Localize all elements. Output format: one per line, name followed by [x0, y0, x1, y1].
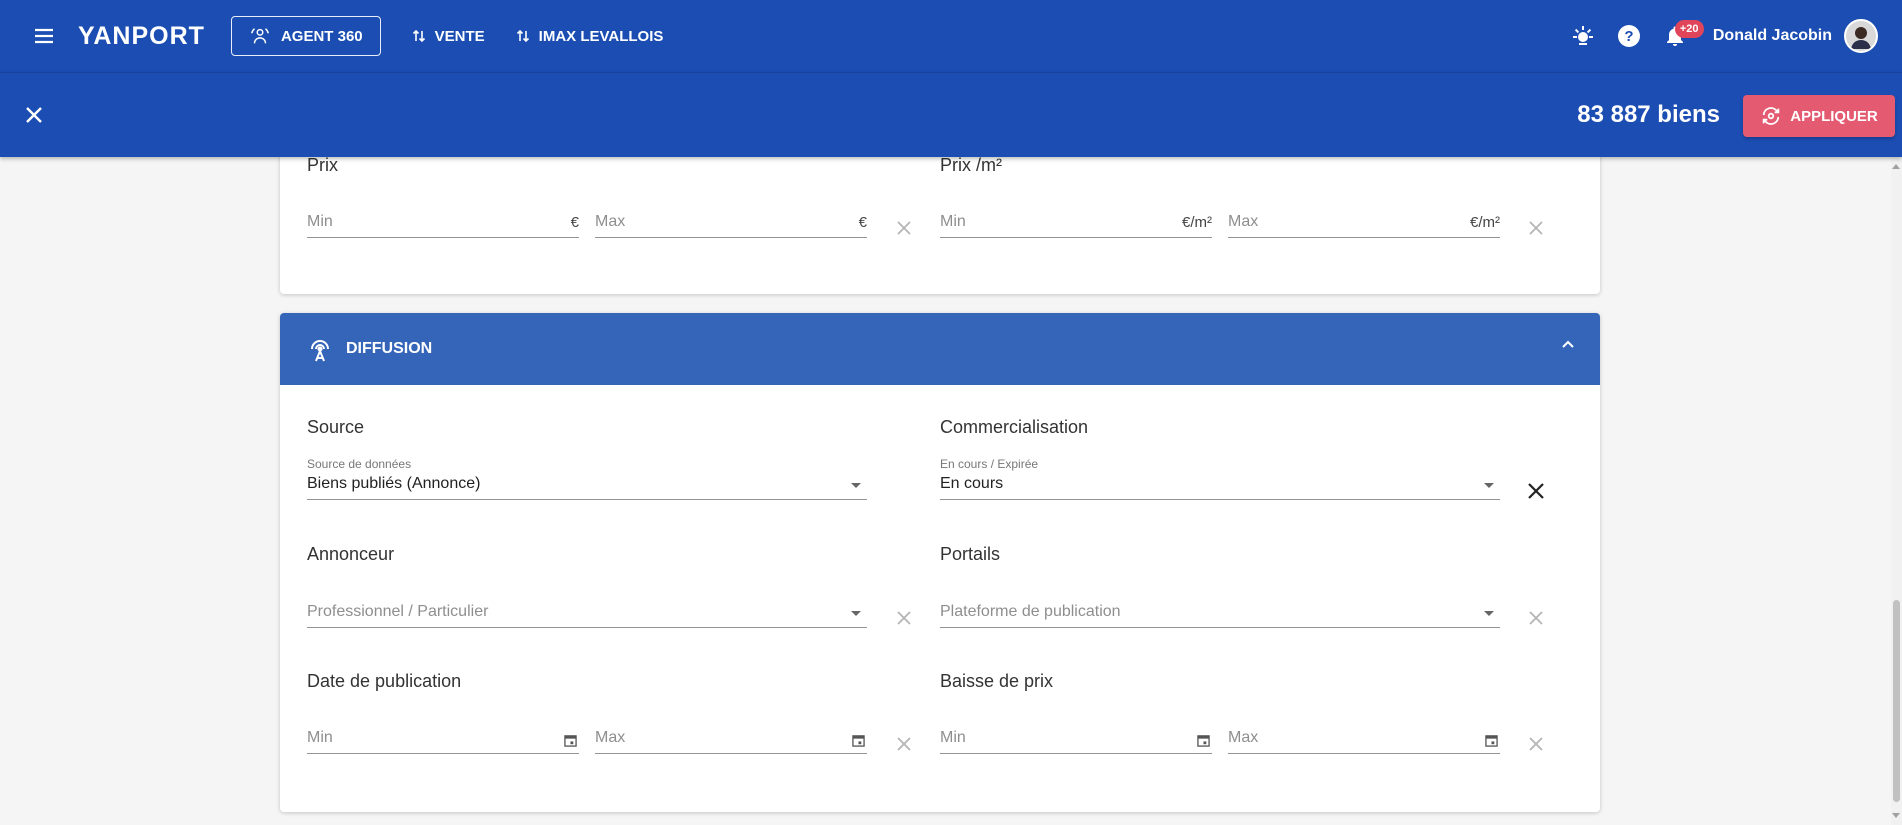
date-publication-max-input[interactable]: Max	[595, 724, 867, 754]
annonceur-clear-button[interactable]	[892, 606, 916, 630]
prix-min-placeholder: Min	[307, 213, 333, 230]
prix-max-input[interactable]: Max €	[595, 208, 867, 238]
prix-m2-min-placeholder: Min	[940, 213, 966, 230]
chevron-up-icon[interactable]	[1560, 337, 1576, 353]
portails-select[interactable]: Plateforme de publication	[940, 596, 1500, 628]
dropdown-arrow-icon	[1484, 611, 1494, 616]
prix-m2-clear-button[interactable]	[1524, 216, 1548, 240]
portails-clear-button[interactable]	[1524, 606, 1548, 630]
menu-icon	[32, 24, 56, 48]
portails-placeholder: Plateforme de publication	[940, 603, 1121, 620]
date-publication-min-placeholder: Min	[307, 729, 333, 746]
prix-m2-min-unit: €/m²	[1182, 214, 1212, 231]
help-icon: ?	[1616, 23, 1642, 49]
nav-vente-label: VENTE	[434, 27, 485, 45]
source-value: Biens publiés (Annonce)	[307, 475, 481, 492]
source-label: Source	[307, 417, 365, 437]
menu-button[interactable]	[24, 16, 64, 56]
annonceur-select[interactable]: Professionnel / Particulier	[307, 596, 867, 628]
close-icon	[896, 736, 912, 752]
calendar-icon[interactable]	[1197, 734, 1210, 747]
commercialisation-small-label: En cours / Expirée	[940, 457, 1039, 471]
notifications-button[interactable]: +20	[1657, 18, 1704, 54]
swap-icon	[515, 28, 531, 44]
diffusion-title: DIFFUSION	[346, 340, 433, 357]
scrollbar-thumb[interactable]	[1893, 600, 1900, 802]
date-publication-min-input[interactable]: Min	[307, 724, 579, 754]
prix-m2-max-unit: €/m²	[1470, 214, 1500, 231]
notification-badge: +20	[1674, 20, 1704, 38]
dropdown-arrow-icon	[851, 483, 861, 488]
apply-label: APPLIQUER	[1790, 107, 1878, 125]
diffusion-header[interactable]: DIFFUSION	[280, 313, 1600, 385]
prix-max-unit: €	[858, 214, 867, 231]
baisse-prix-clear-button[interactable]	[1524, 732, 1548, 756]
refresh-icon	[1760, 105, 1782, 127]
baisse-prix-max-placeholder: Max	[1228, 729, 1259, 746]
calendar-icon[interactable]	[564, 734, 577, 747]
prix-clear-button[interactable]	[892, 216, 916, 240]
date-publication-label: Date de publication	[307, 671, 462, 691]
source-small-label: Source de données	[307, 457, 412, 471]
date-publication-max-placeholder: Max	[595, 729, 626, 746]
app-header: YANPORT AGENT 360 VENTE IMAX LEVALLOIS ?	[0, 0, 1902, 72]
dropdown-arrow-icon	[1484, 483, 1494, 488]
prix-m2-min-input[interactable]: Min €/m²	[940, 208, 1212, 238]
theme-button[interactable]	[1565, 18, 1601, 54]
results-count: 83 887 biens	[1577, 101, 1720, 128]
commercialisation-clear-button[interactable]	[1524, 479, 1548, 503]
close-icon	[1528, 610, 1544, 626]
agent-360-label: AGENT 360	[280, 27, 363, 45]
swap-icon	[411, 28, 427, 44]
close-icon	[1527, 482, 1545, 500]
close-filters-button[interactable]	[16, 97, 52, 133]
prix-m2-max-input[interactable]: Max €/m²	[1228, 208, 1500, 238]
svg-text:?: ?	[1624, 28, 1633, 45]
prix-min-unit: €	[570, 214, 579, 231]
source-select[interactable]: Source de données Biens publiés (Annonce…	[307, 457, 867, 500]
baisse-prix-label: Baisse de prix	[940, 671, 1054, 691]
calendar-icon[interactable]	[1485, 734, 1498, 747]
logo[interactable]: YANPORT	[78, 22, 205, 51]
close-icon	[24, 105, 44, 125]
portails-label: Portails	[940, 544, 1001, 564]
scroll-up-arrow-icon[interactable]	[1892, 164, 1900, 169]
avatar[interactable]	[1844, 19, 1878, 53]
antenna-icon	[307, 335, 333, 363]
scroll-down-arrow-icon[interactable]	[1892, 813, 1900, 818]
commercialisation-select[interactable]: En cours / Expirée En cours	[940, 457, 1500, 500]
close-icon	[1528, 220, 1544, 236]
dropdown-arrow-icon	[851, 611, 861, 616]
user-name[interactable]: Donald Jacobin	[1713, 27, 1832, 45]
annonceur-placeholder: Professionnel / Particulier	[307, 603, 489, 620]
logo-text: YANPORT	[78, 21, 205, 50]
commercialisation-value: En cours	[940, 475, 1004, 492]
agent-icon	[249, 25, 271, 47]
prix-label: Prix	[307, 155, 338, 175]
bulb-icon	[1570, 23, 1596, 49]
close-icon	[1528, 736, 1544, 752]
close-icon	[896, 610, 912, 626]
nav-agency[interactable]: IMAX LEVALLOIS	[515, 27, 664, 45]
annonceur-label: Annonceur	[307, 544, 395, 564]
nav-agency-label: IMAX LEVALLOIS	[538, 27, 664, 45]
commercialisation-label: Commercialisation	[940, 417, 1089, 437]
close-icon	[896, 220, 912, 236]
date-publication-clear-button[interactable]	[892, 732, 916, 756]
calendar-icon[interactable]	[852, 734, 865, 747]
prix-min-input[interactable]: Min €	[307, 208, 579, 238]
agent-360-button[interactable]: AGENT 360	[230, 16, 381, 56]
prix-m2-label: Prix /m²	[940, 155, 1002, 175]
baisse-prix-max-input[interactable]: Max	[1228, 724, 1500, 754]
prix-max-placeholder: Max	[595, 213, 626, 230]
filter-bar: 83 887 biens APPLIQUER	[0, 72, 1902, 157]
apply-button[interactable]: APPLIQUER	[1743, 95, 1895, 137]
prix-m2-max-placeholder: Max	[1228, 213, 1259, 230]
help-button[interactable]: ?	[1611, 18, 1647, 54]
diffusion-card: DIFFUSION Source Source de données Biens…	[280, 313, 1600, 812]
header-actions: ? +20 Donald Jacobin	[1565, 0, 1878, 72]
nav-vente[interactable]: VENTE	[411, 28, 485, 45]
baisse-prix-min-input[interactable]: Min	[940, 724, 1212, 754]
baisse-prix-min-placeholder: Min	[940, 729, 966, 746]
